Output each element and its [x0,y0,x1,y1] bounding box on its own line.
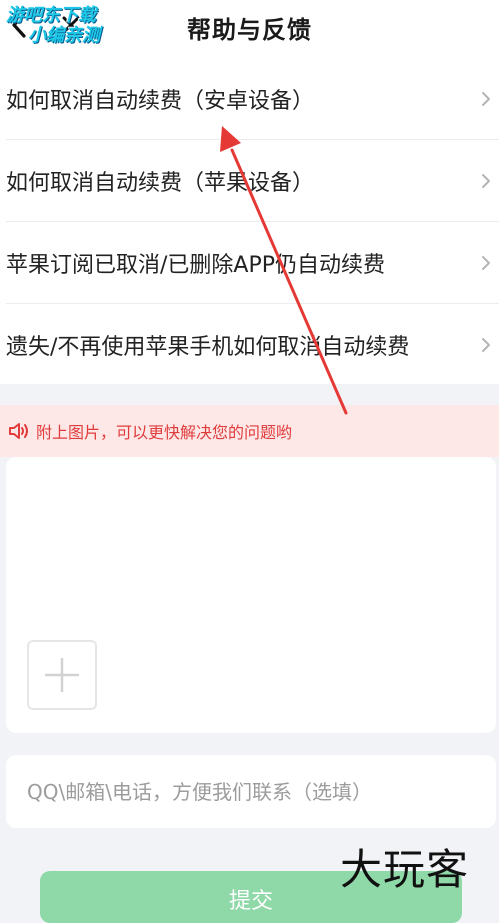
faq-item-label: 苹果订阅已取消/已删除APP仍自动续费 [6,252,385,278]
notice-text: 附上图片，可以更快解决您的问题哟 [36,423,293,442]
contact-input[interactable] [6,755,496,828]
submit-button[interactable]: 提交 [40,871,462,923]
chevron-right-icon [482,91,490,106]
plus-icon [45,658,79,692]
submit-label: 提交 [228,889,273,914]
header-bar: 帮助与反馈 游吧东下载 小编亲测 [0,0,499,58]
faq-item-android-cancel[interactable]: 如何取消自动续费（安卓设备） [6,58,499,140]
add-image-button[interactable] [27,640,97,710]
feedback-textarea[interactable] [6,457,496,733]
faq-item-apple-cancel[interactable]: 如何取消自动续费（苹果设备） [6,140,499,222]
chevron-right-icon [482,338,490,352]
contact-field-wrapper [6,755,496,828]
faq-item-label: 如何取消自动续费（安卓设备） [6,88,315,114]
faq-item-lost-iphone[interactable]: 遗失/不再使用苹果手机如何取消自动续费 [6,304,499,386]
speaker-icon [9,423,28,439]
faq-list: 如何取消自动续费（安卓设备） 如何取消自动续费（苹果设备） 苹果订阅已取消/已删… [0,58,499,384]
notice-bar: 附上图片，可以更快解决您的问题哟 [0,405,499,457]
chevron-right-icon [482,173,490,188]
faq-item-label: 如何取消自动续费（苹果设备） [6,170,315,196]
faq-item-apple-still-renewing[interactable]: 苹果订阅已取消/已删除APP仍自动续费 [6,222,499,304]
page-title: 帮助与反馈 [187,16,312,44]
chevron-right-icon [482,255,490,270]
faq-item-label: 遗失/不再使用苹果手机如何取消自动续费 [6,335,410,360]
